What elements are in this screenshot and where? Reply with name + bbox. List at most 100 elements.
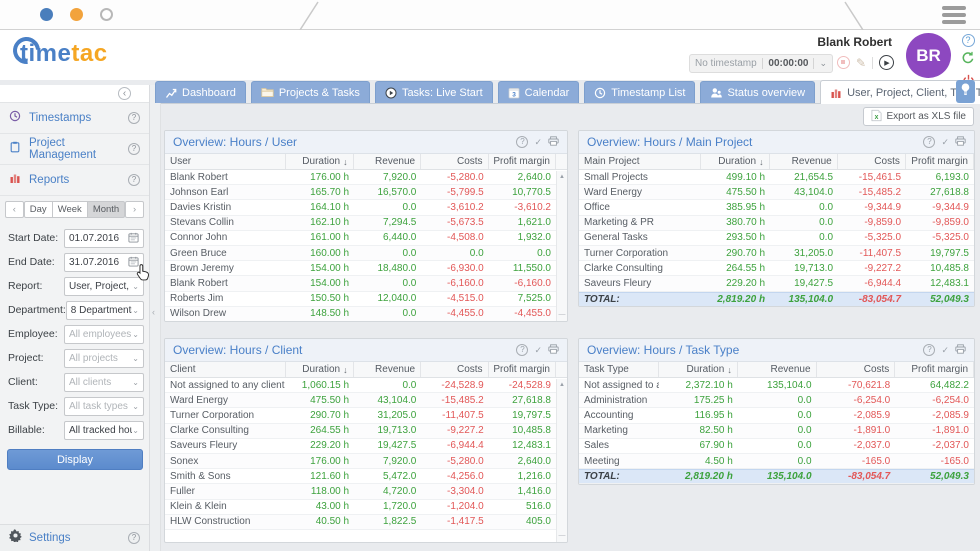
help-icon[interactable]: ? — [923, 344, 935, 356]
scroll-up-icon[interactable]: ▲ — [559, 382, 565, 388]
column-header-revenue[interactable]: Revenue — [354, 154, 421, 169]
chevron-down-icon[interactable]: ⌄ — [132, 426, 139, 435]
help-icon[interactable]: ? — [128, 143, 140, 155]
column-header-task-type[interactable]: Task Type — [579, 362, 659, 377]
table-row[interactable]: General Tasks293.50 h0.0-5,325.0-5,325.0 — [579, 231, 974, 246]
help-icon[interactable]: ? — [516, 344, 528, 356]
column-header-client[interactable]: Client — [165, 362, 286, 377]
check-icon[interactable]: ✓ — [941, 137, 949, 148]
period-day-button[interactable]: Day — [24, 201, 53, 218]
scroll-up-icon[interactable]: ▲ — [559, 174, 565, 180]
task-type-select[interactable]: All task types⌄ — [64, 397, 144, 416]
period-prev-button[interactable]: ‹ — [5, 201, 24, 218]
table-row[interactable]: Stevans Collin162.10 h7,294.5-5,673.51,6… — [165, 216, 556, 231]
check-icon[interactable]: ✓ — [534, 137, 542, 148]
table-row[interactable]: Marketing & PR380.70 h0.0-9,859.0-9,859.… — [579, 216, 974, 231]
printer-icon[interactable] — [548, 344, 559, 356]
check-icon[interactable]: ✓ — [534, 345, 542, 356]
table-row[interactable]: Brown Jeremy154.00 h18,480.0-6,930.011,5… — [165, 261, 556, 276]
refresh-icon[interactable] — [961, 51, 975, 70]
sidebar-item-timestamps[interactable]: Timestamps? — [0, 103, 149, 134]
client-select[interactable]: All clients⌄ — [64, 373, 144, 392]
help-icon[interactable]: ? — [128, 112, 140, 124]
employee-select[interactable]: All employees⌄ — [64, 325, 144, 344]
help-icon[interactable]: ? — [128, 532, 140, 544]
table-row[interactable]: Blank Robert154.00 h0.0-6,160.0-6,160.0 — [165, 276, 556, 291]
splitter-collapse-icon[interactable]: ‹ — [152, 307, 155, 317]
table-row[interactable]: Wilson Drew148.50 h0.0-4,455.0-4,455.0 — [165, 307, 556, 322]
column-header-revenue[interactable]: Revenue — [354, 362, 421, 377]
column-header-revenue[interactable]: Revenue — [738, 362, 817, 377]
tab-projects-tasks[interactable]: Projects & Tasks — [251, 81, 370, 103]
printer-icon[interactable] — [955, 344, 966, 356]
column-header-user[interactable]: User — [165, 154, 286, 169]
table-row[interactable]: Ward Energy475.50 h43,104.0-15,485.227,6… — [165, 393, 556, 408]
table-row[interactable]: Administration175.25 h0.0-6,254.0-6,254.… — [579, 393, 974, 408]
table-row[interactable]: Klein & Klein43.00 h1,720.0-1,204.0516.0 — [165, 500, 556, 515]
table-row[interactable]: Turner Corporation290.70 h31,205.0-11,40… — [165, 408, 556, 423]
department-select[interactable]: 8 Departments⌄ — [66, 301, 144, 320]
table-row[interactable]: Smith & Sons121.60 h5,472.0-4,256.01,216… — [165, 469, 556, 484]
table-row[interactable]: Connor John161.00 h6,440.0-4,508.01,932.… — [165, 231, 556, 246]
report-select[interactable]: User, Project,⌄ — [64, 277, 144, 296]
table-row[interactable]: Sales67.90 h0.0-2,037.0-2,037.0 — [579, 439, 974, 454]
tab-dashboard[interactable]: Dashboard — [155, 81, 246, 103]
table-total-row[interactable]: TOTAL:2,819.20 h135,104.0-83,054.752,049… — [579, 469, 974, 484]
column-header-profit-margin[interactable]: Profit margin — [906, 154, 974, 169]
printer-icon[interactable] — [955, 136, 966, 148]
tab-timestamp-list[interactable]: Timestamp List — [584, 81, 695, 103]
table-row[interactable]: HLW Construction40.50 h1,822.5-1,417.540… — [165, 515, 556, 530]
hamburger-menu-icon[interactable] — [942, 6, 966, 27]
table-row[interactable]: Ward Energy475.50 h43,104.0-15,485.227,6… — [579, 185, 974, 200]
column-header-duration[interactable]: Duration↓ — [286, 362, 353, 377]
end-date-input[interactable]: 31.07.2016 — [64, 253, 144, 272]
vertical-scrollbar[interactable]: ▲— — [556, 379, 567, 542]
column-header-profit-margin[interactable]: Profit margin — [895, 362, 974, 377]
start-timestamp-button[interactable]: ▶ — [879, 55, 894, 70]
avatar[interactable]: BR — [906, 33, 951, 78]
help-icon[interactable]: ? — [923, 136, 935, 148]
table-row[interactable]: Sonex176.00 h7,920.0-5,280.02,640.0 — [165, 454, 556, 469]
column-header-duration[interactable]: Duration↓ — [701, 154, 769, 169]
period-month-button[interactable]: Month — [88, 201, 125, 218]
edit-timestamp-icon[interactable]: ✎ — [856, 56, 866, 70]
table-row[interactable]: Small Projects499.10 h21,654.5-15,461.56… — [579, 170, 974, 185]
help-icon[interactable]: ? — [128, 174, 140, 186]
project-select[interactable]: All projects⌄ — [64, 349, 144, 368]
printer-icon[interactable] — [548, 136, 559, 148]
column-header-main-project[interactable]: Main Project — [579, 154, 701, 169]
table-row[interactable]: Saveurs Fleury229.20 h19,427.5-6,944.412… — [165, 439, 556, 454]
vertical-scrollbar[interactable]: ▲— — [556, 171, 567, 321]
column-header-duration[interactable]: Duration↓ — [286, 154, 353, 169]
start-date-input[interactable]: 01.07.2016 — [64, 229, 144, 248]
chevron-down-icon[interactable]: ⌄ — [132, 354, 139, 363]
window-dot-blue-icon[interactable] — [40, 8, 53, 21]
chevron-down-icon[interactable]: ⌄ — [819, 58, 827, 69]
table-row[interactable]: Clarke Consulting264.55 h19,713.0-9,227.… — [579, 261, 974, 276]
column-header-duration[interactable]: Duration↓ — [659, 362, 738, 377]
tab-status-overview[interactable]: Status overview — [700, 81, 815, 103]
table-row[interactable]: Not assigned to any client1,060.15 h0.0-… — [165, 378, 556, 393]
column-header-revenue[interactable]: Revenue — [770, 154, 838, 169]
column-header-costs[interactable]: Costs — [817, 362, 896, 377]
collapse-sidebar-icon[interactable]: ‹ — [118, 87, 131, 100]
table-row[interactable]: Green Bruce160.00 h0.00.00.0 — [165, 246, 556, 261]
help-icon[interactable]: ? — [962, 34, 975, 47]
table-row[interactable]: Johnson Earl165.70 h16,570.0-5,799.510,7… — [165, 185, 556, 200]
column-header-costs[interactable]: Costs — [421, 362, 488, 377]
sidebar-item-reports[interactable]: Reports? — [0, 165, 149, 196]
table-row[interactable]: Clarke Consulting264.55 h19,713.0-9,227.… — [165, 424, 556, 439]
tab-calendar[interactable]: 3Calendar — [498, 81, 580, 103]
billable-select[interactable]: All tracked hou⌄ — [64, 421, 144, 440]
period-next-button[interactable]: › — [125, 201, 144, 218]
sidebar-collapse-bar[interactable]: ‹ — [0, 85, 149, 103]
window-dot-white-icon[interactable] — [100, 8, 113, 21]
timer-widget[interactable]: No timestamp run... 00:00:00 ⌄ — [689, 54, 833, 73]
period-week-button[interactable]: Week — [53, 201, 88, 218]
column-header-profit-margin[interactable]: Profit margin — [489, 154, 556, 169]
table-row[interactable]: Roberts Jim150.50 h12,040.0-4,515.07,525… — [165, 292, 556, 307]
chevron-down-icon[interactable]: ⌄ — [132, 306, 139, 315]
table-row[interactable]: Fuller118.00 h4,720.0-3,304.01,416.0 — [165, 484, 556, 499]
chevron-down-icon[interactable]: ⌄ — [132, 402, 139, 411]
table-row[interactable]: Accounting116.95 h0.0-2,085.9-2,085.9 — [579, 408, 974, 423]
